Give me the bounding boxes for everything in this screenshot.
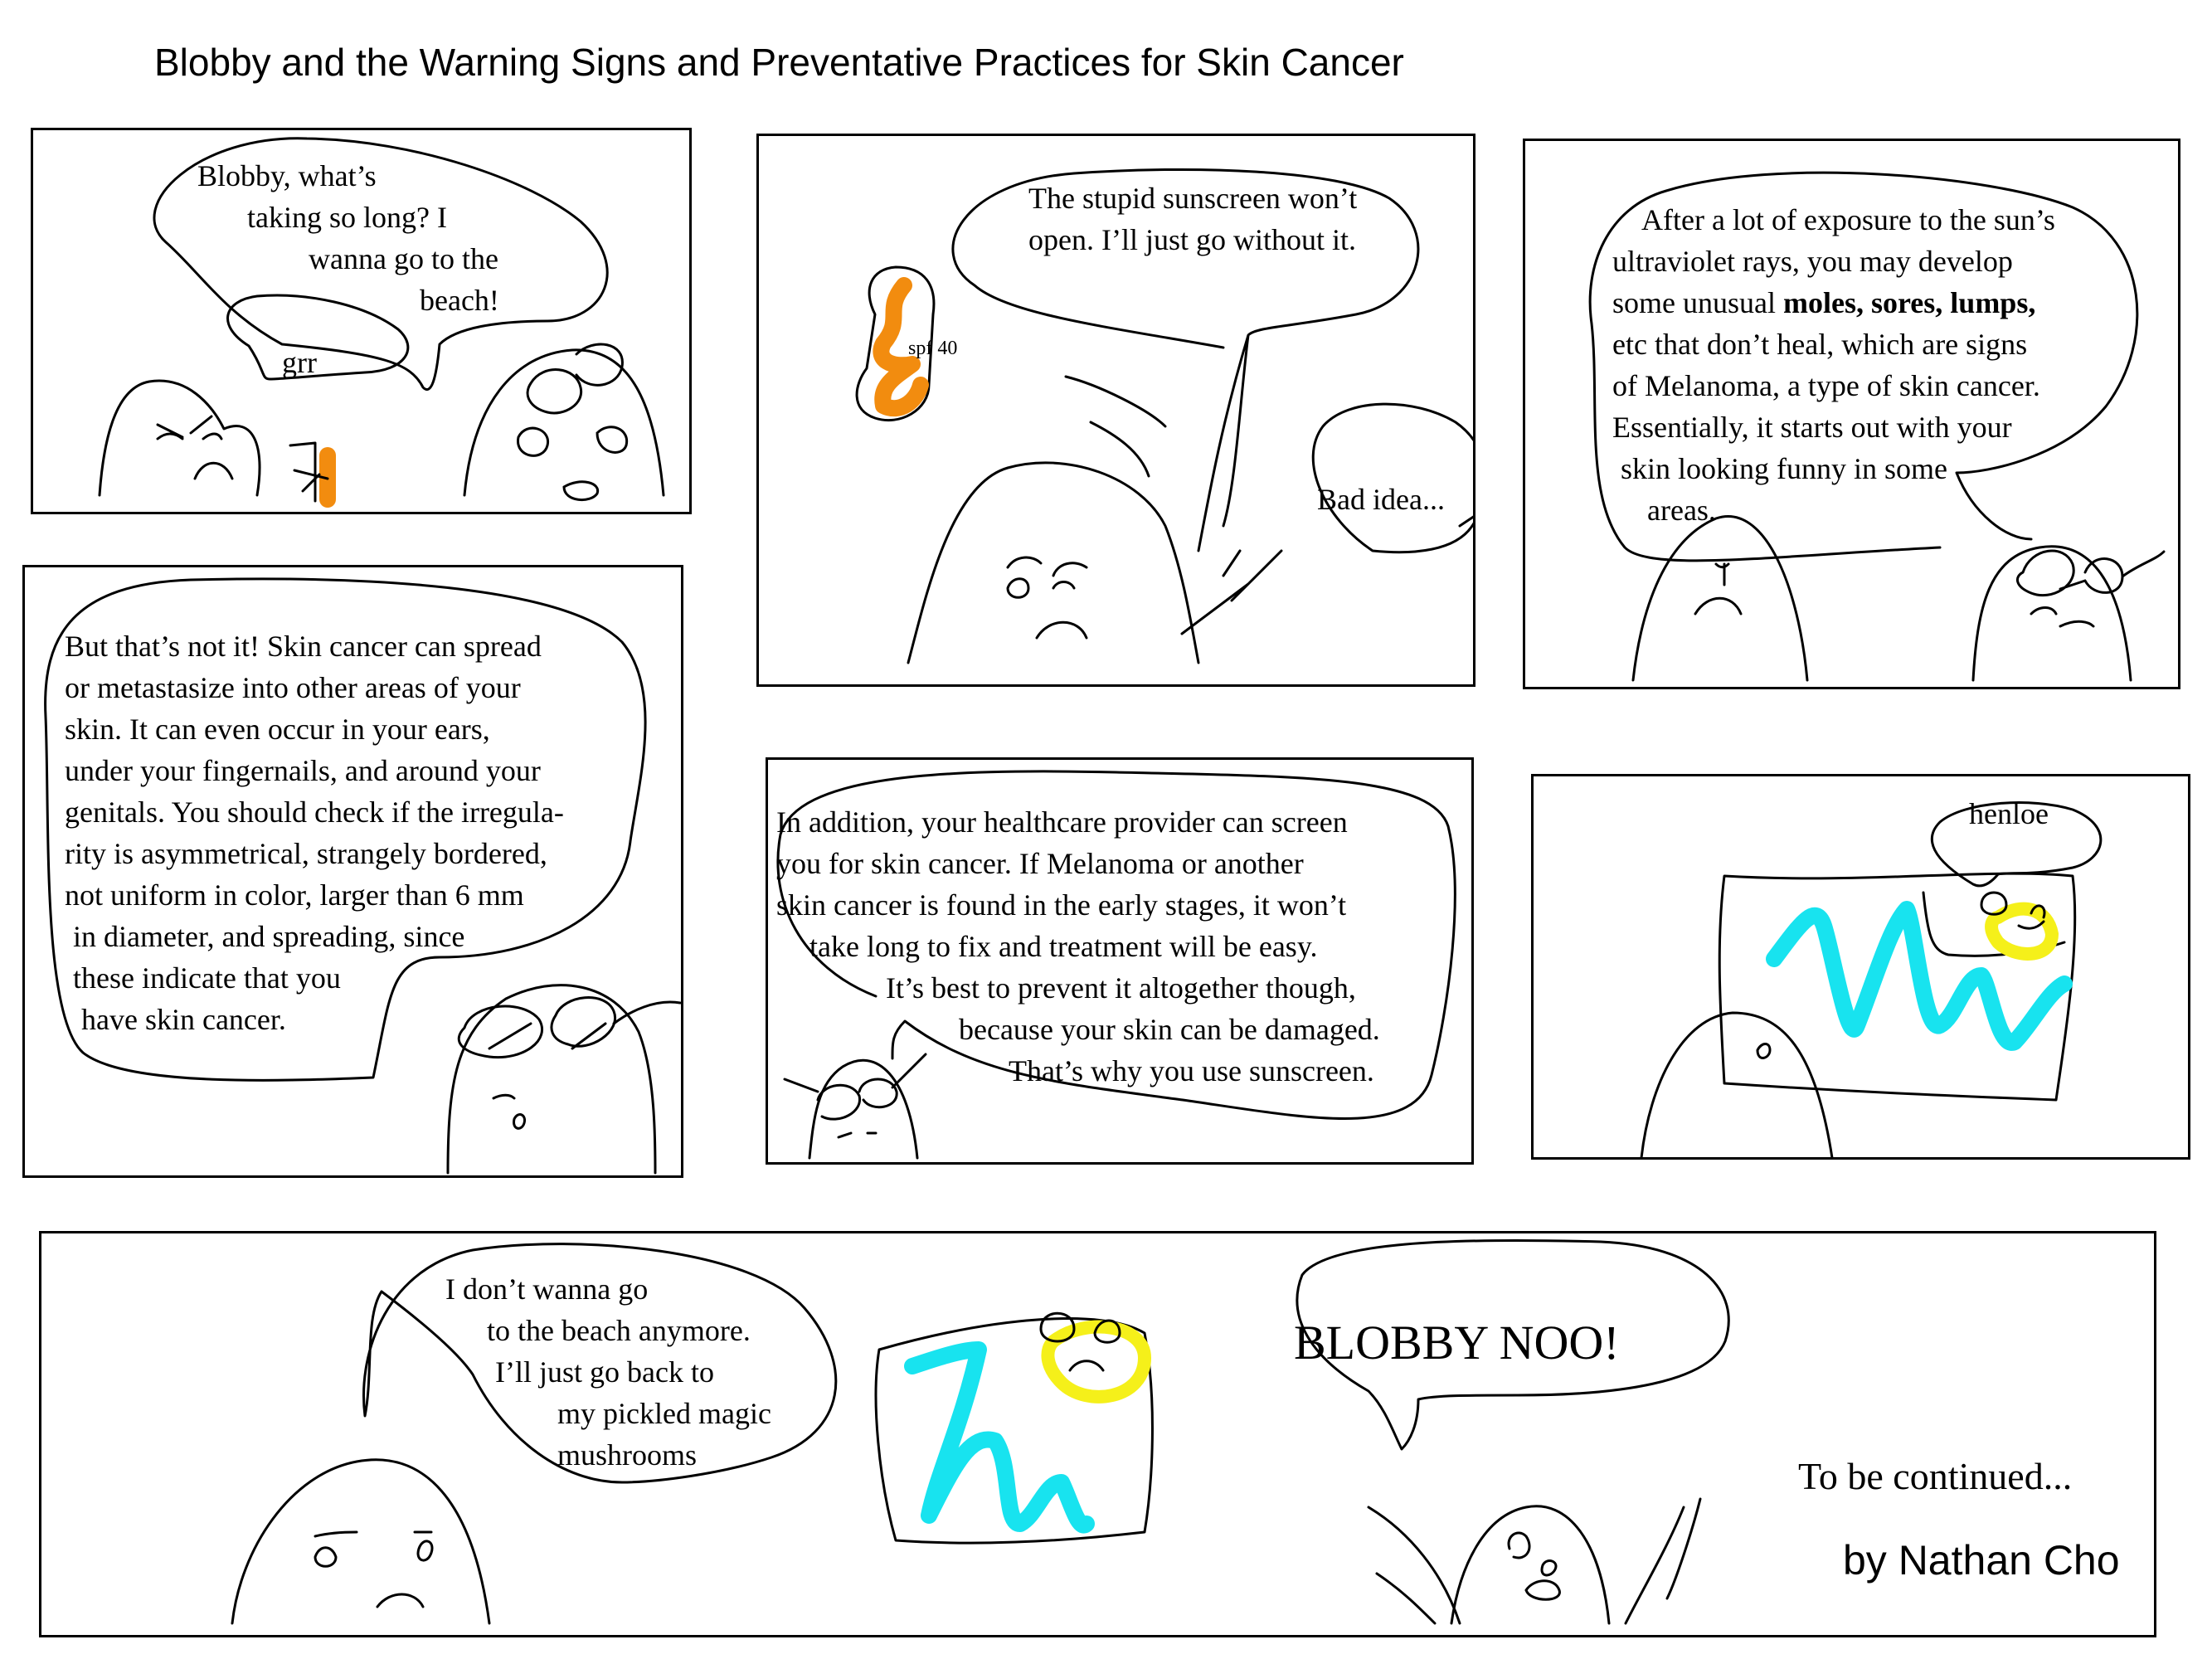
speech-line: take long to fix and treatment will be e… — [809, 930, 1318, 963]
speech-line: have skin cancer. — [81, 1003, 286, 1036]
to-be-continued: To be continued... — [1798, 1455, 2073, 1497]
speech-text: In addition, your healthcare provider ca… — [776, 801, 1380, 1092]
comic-title: Blobby and the Warning Signs and Prevent… — [154, 41, 1404, 84]
speech-line: you for skin cancer. If Melanoma or anot… — [776, 847, 1304, 880]
speech-text: The stupid sunscreen won’t open. I’ll ju… — [1028, 178, 1357, 260]
panel-3: After a lot of exposure to the sun’s ult… — [1523, 139, 2180, 689]
speech-text: After a lot of exposure to the sun’s ult… — [1612, 199, 2055, 531]
panel-7: I don’t wanna go to the beach anymore. I… — [39, 1231, 2156, 1637]
speech-line: or metastasize into other areas of your — [65, 671, 521, 704]
speech-line: beach! — [420, 284, 499, 317]
speech-line: open. I’ll just go without it. — [1028, 223, 1356, 256]
speech-line: my pickled magic — [557, 1397, 771, 1430]
speech-line: skin looking funny in some — [1621, 452, 1947, 485]
speech-line: because your skin can be damaged. — [959, 1013, 1380, 1046]
speech-line: But that’s not it! Skin cancer can sprea… — [65, 630, 542, 663]
speech-line: skin. It can even occur in your ears, — [65, 713, 490, 746]
speech-line: these indicate that you — [73, 961, 341, 995]
speech-line: under your fingernails, and around your — [65, 754, 541, 787]
speech-line-part: some unusual — [1612, 286, 1783, 319]
bottle-label: spf 40 — [908, 338, 958, 359]
speech-text: But that’s not it! Skin cancer can sprea… — [65, 625, 564, 1040]
comic-page: Blobby and the Warning Signs and Prevent… — [0, 0, 2212, 1659]
speech-line: In addition, your healthcare provider ca… — [776, 805, 1348, 839]
waves — [1766, 901, 2073, 1051]
blobby-body — [907, 461, 1200, 664]
speech-line: skin cancer is found in the early stages… — [776, 888, 1347, 922]
panel-4: But that’s not it! Skin cancer can sprea… — [22, 565, 683, 1178]
shocked-face — [1507, 1531, 1561, 1601]
speech-line: It’s best to prevent it altogether thoug… — [886, 971, 1356, 1005]
speech-line: some unusual moles, sores, lumps, — [1612, 282, 2055, 324]
blobby-eyes — [1006, 556, 1088, 599]
panel-6-drawing — [1640, 801, 2103, 1157]
panel-1: Blobby, what’s taking so long? I wanna g… — [31, 128, 692, 514]
panel-7-drawing — [231, 1238, 1730, 1625]
speech-line: wanna go to the — [309, 242, 498, 275]
speech-line: taking so long? I — [247, 201, 447, 234]
speech-line: in diameter, and spreading, since — [73, 920, 465, 953]
shocked-blob — [1450, 1505, 1611, 1625]
speech-line: rity is asymmetrical, strangely bordered… — [65, 837, 547, 870]
speech-line: I’ll just go back to — [495, 1355, 714, 1389]
speech-line: to the beach anymore. — [487, 1314, 751, 1347]
growl-text: grr — [282, 346, 317, 379]
speech-line: I don’t wanna go — [445, 1272, 649, 1306]
shout-text: BLOBBY NOO! — [1294, 1316, 1620, 1370]
greeting-text: henloe — [1969, 797, 2049, 830]
panel-5: In addition, your healthcare provider ca… — [766, 757, 1474, 1165]
student-face — [1694, 562, 1743, 615]
speech-line: of Melanoma, a type of skin cancer. — [1612, 369, 2040, 402]
panel-2: The stupid sunscreen won’t open. I’ll ju… — [756, 134, 1475, 687]
speech-line: etc that don’t heal, which are signs — [1612, 328, 2028, 361]
speech-line: genitals. You should check if the irregu… — [65, 795, 564, 829]
speech-line: Essentially, it starts out with your — [1612, 411, 2012, 444]
blobby-mouth — [1035, 620, 1088, 640]
shock-lines — [1367, 1497, 1702, 1625]
author-credit: by Nathan Cho — [1843, 1537, 2120, 1584]
arm-lines — [1180, 549, 1283, 635]
angry-lines — [1064, 375, 1167, 478]
speech-line: The stupid sunscreen won’t — [1028, 182, 1358, 215]
speech-line: areas. — [1647, 494, 1716, 527]
doctor-glasses — [2016, 549, 2166, 597]
student-body — [231, 1458, 491, 1625]
speech-line: Blobby, what’s — [197, 159, 377, 192]
panel-6: henloe — [1531, 774, 2190, 1160]
speech-text: Blobby, what’s taking so long? I wanna g… — [197, 155, 499, 321]
blobby-eyes — [156, 415, 223, 440]
blobby-mouth — [193, 461, 234, 480]
speech-line: That’s why you use sunscreen. — [1009, 1054, 1374, 1087]
sun — [1985, 902, 2059, 961]
speech-line: ultraviolet rays, you may develop — [1612, 245, 2013, 278]
bold-warning-terms: moles, sores, lumps, — [1782, 286, 2036, 319]
speech-line: After a lot of exposure to the sun’s — [1641, 203, 2055, 236]
doctor-body — [1971, 545, 2132, 682]
speech-text: I don’t wanna go to the beach anymore. I… — [445, 1268, 771, 1476]
speech-line: mushrooms — [557, 1438, 698, 1472]
speech-line: not uniform in color, larger than 6 mm — [65, 878, 524, 912]
reply-text: Bad idea... — [1317, 483, 1445, 516]
student-body — [1640, 1011, 1834, 1157]
student-face — [314, 1530, 434, 1608]
